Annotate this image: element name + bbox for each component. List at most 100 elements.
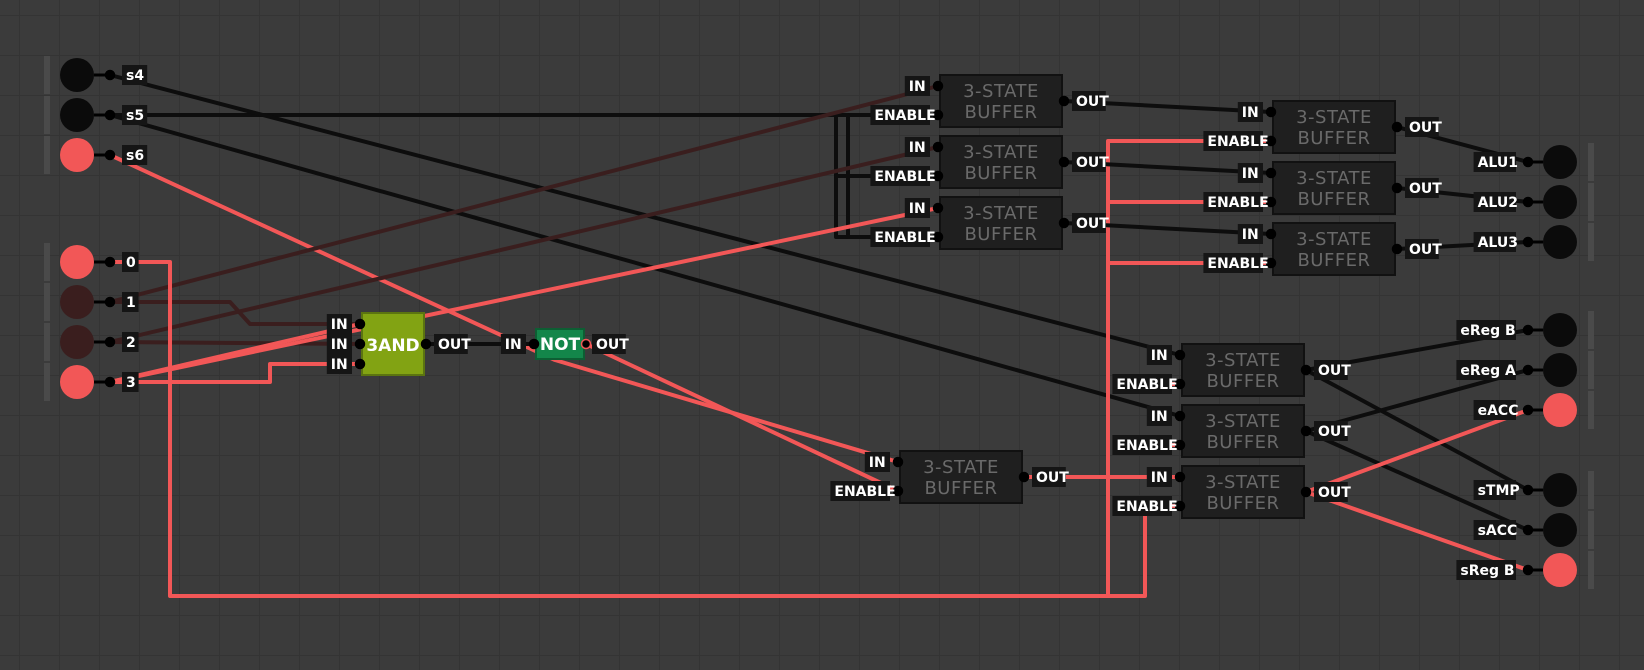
- input-switch-0[interactable]: [60, 245, 94, 279]
- input-pin[interactable]: [104, 149, 116, 161]
- output-pin[interactable]: [1522, 404, 1534, 416]
- output-handle: [1588, 143, 1594, 181]
- output-light-eReg A: [1543, 353, 1577, 387]
- buffer-in-label-text: IN: [1151, 348, 1168, 364]
- output-label-eReg-A: eReg A: [1456, 360, 1516, 380]
- input-pin[interactable]: [104, 336, 116, 348]
- buffer-out-pin[interactable]: [1058, 217, 1070, 229]
- buffer-out-pin[interactable]: [1058, 95, 1070, 107]
- input-switch-s5[interactable]: [60, 98, 94, 132]
- not-out-pin[interactable]: [580, 338, 592, 350]
- and3-in-pin[interactable]: [354, 358, 366, 370]
- and3-in-label: IN: [326, 334, 352, 354]
- input-label-0: 0: [122, 252, 139, 272]
- buffer-enable-label-text: ENABLE: [1116, 499, 1177, 515]
- output-label-eACC-text: eACC: [1478, 403, 1519, 419]
- buffer-out-pin[interactable]: [1058, 156, 1070, 168]
- and3-in-pin[interactable]: [354, 338, 366, 350]
- input-switch-1[interactable]: [60, 285, 94, 319]
- input-pin[interactable]: [104, 376, 116, 388]
- output-handle: [1588, 351, 1594, 389]
- buffer-in-label: IN: [1146, 467, 1172, 487]
- input-pin[interactable]: [104, 256, 116, 268]
- output-pin[interactable]: [1522, 236, 1534, 248]
- buffer-out-label: OUT: [1314, 421, 1351, 441]
- input-handle[interactable]: [44, 56, 50, 94]
- input-switch-s4[interactable]: [60, 58, 94, 92]
- buffer-out-label: OUT: [1072, 91, 1109, 111]
- input-label-2: 2: [122, 332, 139, 352]
- buffer-out-pin[interactable]: [1391, 243, 1403, 255]
- buffer-out-pin[interactable]: [1300, 425, 1312, 437]
- input-switch-3[interactable]: [60, 365, 94, 399]
- buffer-in-pin[interactable]: [1265, 228, 1277, 240]
- buffer-in-pin[interactable]: [1265, 167, 1277, 179]
- input-label-s4: s4: [122, 65, 148, 85]
- output-label-sACC: sACC: [1473, 520, 1517, 540]
- input-pin[interactable]: [104, 69, 116, 81]
- not-in-pin[interactable]: [528, 338, 540, 350]
- input-handle[interactable]: [44, 363, 50, 401]
- output-pin[interactable]: [1522, 364, 1534, 376]
- wire-in3-a3: [108, 206, 940, 384]
- buffer-title-line1: 3-STATE: [1205, 411, 1281, 432]
- buffer-enable-label: ENABLE: [1112, 374, 1178, 394]
- buffer-in-label: IN: [1237, 224, 1263, 244]
- output-pin[interactable]: [1522, 156, 1534, 168]
- buffer-in-label: IN: [1237, 102, 1263, 122]
- buffer-out-label-text: OUT: [1318, 485, 1351, 501]
- buffer-title-line2: BUFFER: [1206, 432, 1279, 453]
- input-handle[interactable]: [44, 323, 50, 361]
- output-label-sTMP: sTMP: [1473, 480, 1520, 500]
- input-switch-s6[interactable]: [60, 138, 94, 172]
- buffer-in-pin[interactable]: [932, 141, 944, 153]
- output-handle: [1588, 223, 1594, 261]
- input-pin[interactable]: [104, 109, 116, 121]
- and3-in-pin[interactable]: [354, 318, 366, 330]
- buffer-in-pin[interactable]: [892, 456, 904, 468]
- output-handle: [1588, 551, 1594, 589]
- output-handle: [1588, 471, 1594, 509]
- buffer-in-pin[interactable]: [932, 80, 944, 92]
- output-pin[interactable]: [1522, 524, 1534, 536]
- buffer-title-line1: 3-STATE: [923, 457, 999, 478]
- buffer-out-pin[interactable]: [1300, 364, 1312, 376]
- buffer-in-label: IN: [904, 76, 930, 96]
- buffer-in-pin[interactable]: [1174, 471, 1186, 483]
- buffer-enable-label-text: ENABLE: [874, 108, 935, 124]
- output-label-sReg-B-text: sReg B: [1460, 563, 1514, 579]
- and3-out-pin[interactable]: [420, 338, 432, 350]
- input-handle[interactable]: [44, 283, 50, 321]
- buffer-out-pin[interactable]: [1018, 471, 1030, 483]
- buffer-out-pin[interactable]: [1391, 182, 1403, 194]
- input-pin[interactable]: [104, 296, 116, 308]
- input-label-0-text: 0: [126, 255, 136, 271]
- output-pin[interactable]: [1522, 196, 1534, 208]
- input-handle[interactable]: [44, 243, 50, 281]
- input-handle[interactable]: [44, 136, 50, 174]
- buffer-in-pin[interactable]: [1174, 410, 1186, 422]
- input-switch-2[interactable]: [60, 325, 94, 359]
- buffer-out-label-text: OUT: [1409, 120, 1442, 136]
- buffer-in-pin[interactable]: [1174, 349, 1186, 361]
- buffer-enable-label: ENABLE: [1203, 131, 1269, 151]
- buffer-in-label: IN: [1146, 406, 1172, 426]
- buffer-in-pin[interactable]: [1265, 106, 1277, 118]
- output-light-eReg B: [1543, 313, 1577, 347]
- buffer-out-label-text: OUT: [1076, 216, 1109, 232]
- buffer-out-pin[interactable]: [1391, 121, 1403, 133]
- buffer-out-pin[interactable]: [1300, 486, 1312, 498]
- output-label-sReg-B: sReg B: [1456, 560, 1516, 580]
- buffer-enable-label: ENABLE: [1203, 253, 1269, 273]
- and3-out-label-text: OUT: [438, 337, 471, 353]
- output-pin[interactable]: [1522, 564, 1534, 576]
- buffer-out-label-text: OUT: [1076, 94, 1109, 110]
- buffer-in-label-text: IN: [909, 140, 926, 156]
- buffer-out-label: OUT: [1314, 482, 1351, 502]
- circuit-canvas[interactable]: s4 s5 s6 0 1 2 3 ALU1 ALU2 ALU3 eReg B eReg A eACC sT…: [0, 0, 1644, 670]
- output-pin[interactable]: [1522, 324, 1534, 336]
- output-pin[interactable]: [1522, 484, 1534, 496]
- input-handle[interactable]: [44, 96, 50, 134]
- buffer-enable-label-text: ENABLE: [834, 484, 895, 500]
- buffer-in-pin[interactable]: [932, 202, 944, 214]
